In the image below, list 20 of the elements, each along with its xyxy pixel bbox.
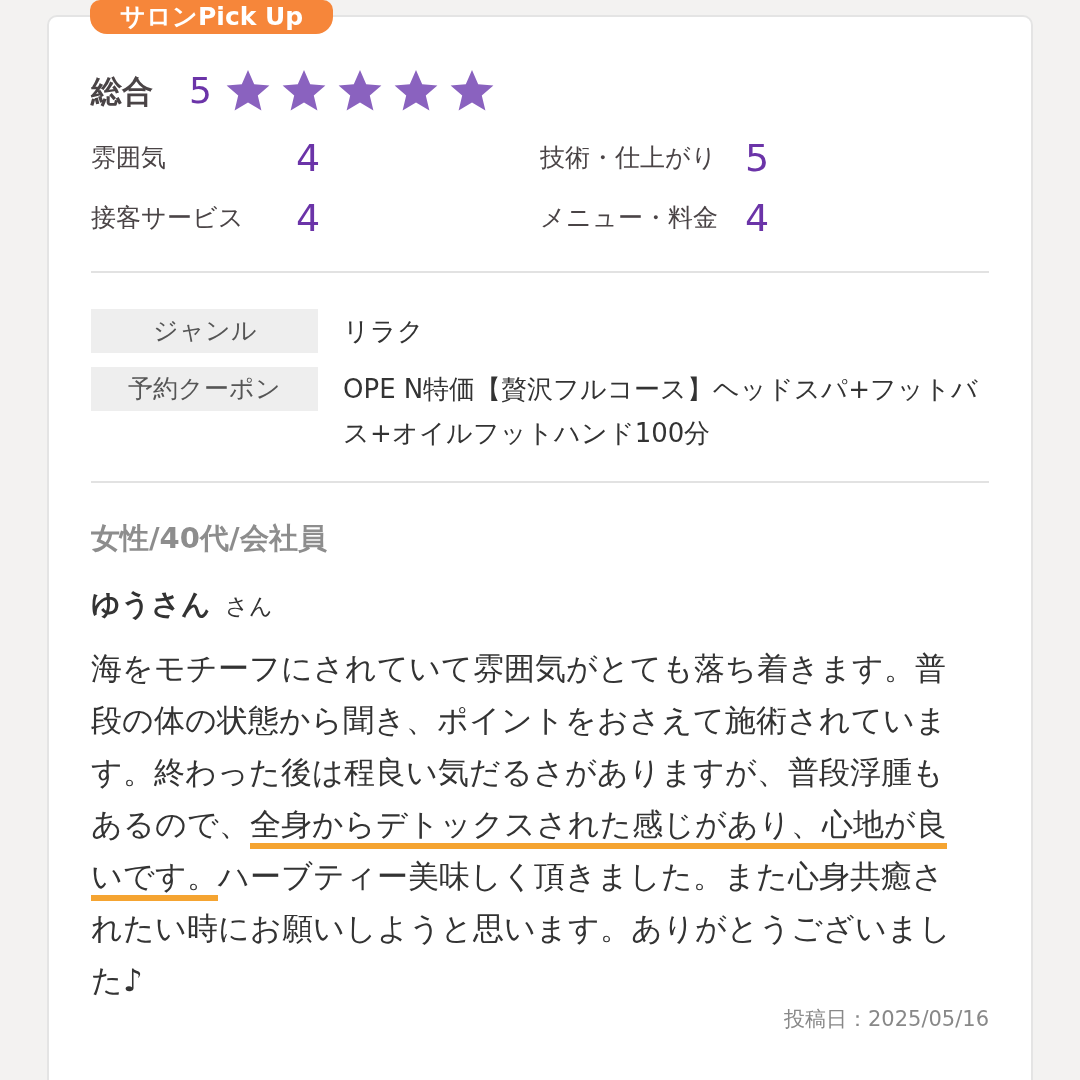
reviewer-name: ゆうさん [91,585,211,623]
detail-label: ジャンル [91,309,318,353]
rating-score: 4 [296,194,321,242]
rating-label: 接客サービス [91,202,245,235]
rating-score: 4 [745,194,770,242]
detail-value: リラク [343,315,424,348]
posted-date: 投稿日：2025/05/16 [783,1006,989,1032]
rating-score: 4 [296,134,321,182]
review-text: 海をモチーフにされていて雰囲気がとても落ち着きます。普段の体の状態から聞き、ポイントをおさえて施術されています。終わった後は程良い気だるさがありますが、普段浮腫もあるので、全身からデトックスされた感じがあり、心地が良いです。ハーブティー美味しく頂きました。また心身共癒されたい時にお願いしようと思います。ありがとうございました♪ [91,649,952,1000]
reviewer-profile: 女性/40代/会社員 [91,520,328,557]
overall-score: 5 [189,69,212,113]
pick-up-badge: サロンPick Up [90,0,334,34]
detail-label: 予約クーポン [91,367,318,411]
detail-value: OPE N特価【贅沢フルコース】ヘッドスパ+フットバス+オイルフットハンド100分 [343,373,980,450]
rating-score: 5 [745,134,770,182]
honorific: さん [225,591,273,621]
rating-label: 雰囲気 [91,142,167,175]
overall-label: 総合 [91,71,153,111]
rating-label: 技術・仕上がり [540,142,718,175]
rating-label: メニュー・料金 [540,202,719,235]
